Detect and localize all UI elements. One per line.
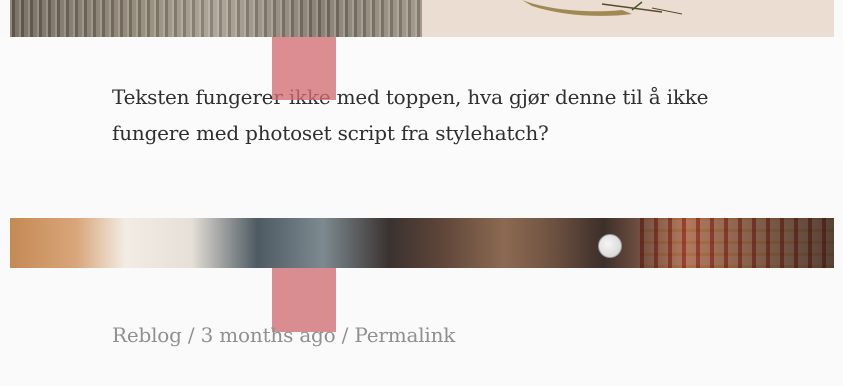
photo-plaid-texture	[640, 218, 834, 268]
post-body-text: Teksten fungerer ikke med toppen, hva gj…	[112, 85, 709, 145]
reblog-link[interactable]: Reblog	[112, 323, 182, 347]
photoset-image-top[interactable]	[10, 0, 834, 37]
photo-right	[422, 0, 834, 37]
text-post: Teksten fungerer ikke med toppen, hva gj…	[0, 37, 843, 160]
photoset-image-bottom[interactable]	[10, 218, 834, 268]
permalink-link[interactable]: Permalink	[354, 323, 455, 347]
meta-separator: /	[181, 323, 201, 347]
feather-icon	[522, 0, 683, 16]
photo-left	[10, 0, 422, 37]
timestamp-link[interactable]: 3 months ago	[201, 323, 336, 347]
highlight-marker	[272, 37, 336, 100]
post-meta: Reblog / 3 months ago / Permalink	[112, 320, 455, 350]
meta-separator: /	[335, 323, 355, 347]
shirt-button-detail	[598, 234, 622, 258]
